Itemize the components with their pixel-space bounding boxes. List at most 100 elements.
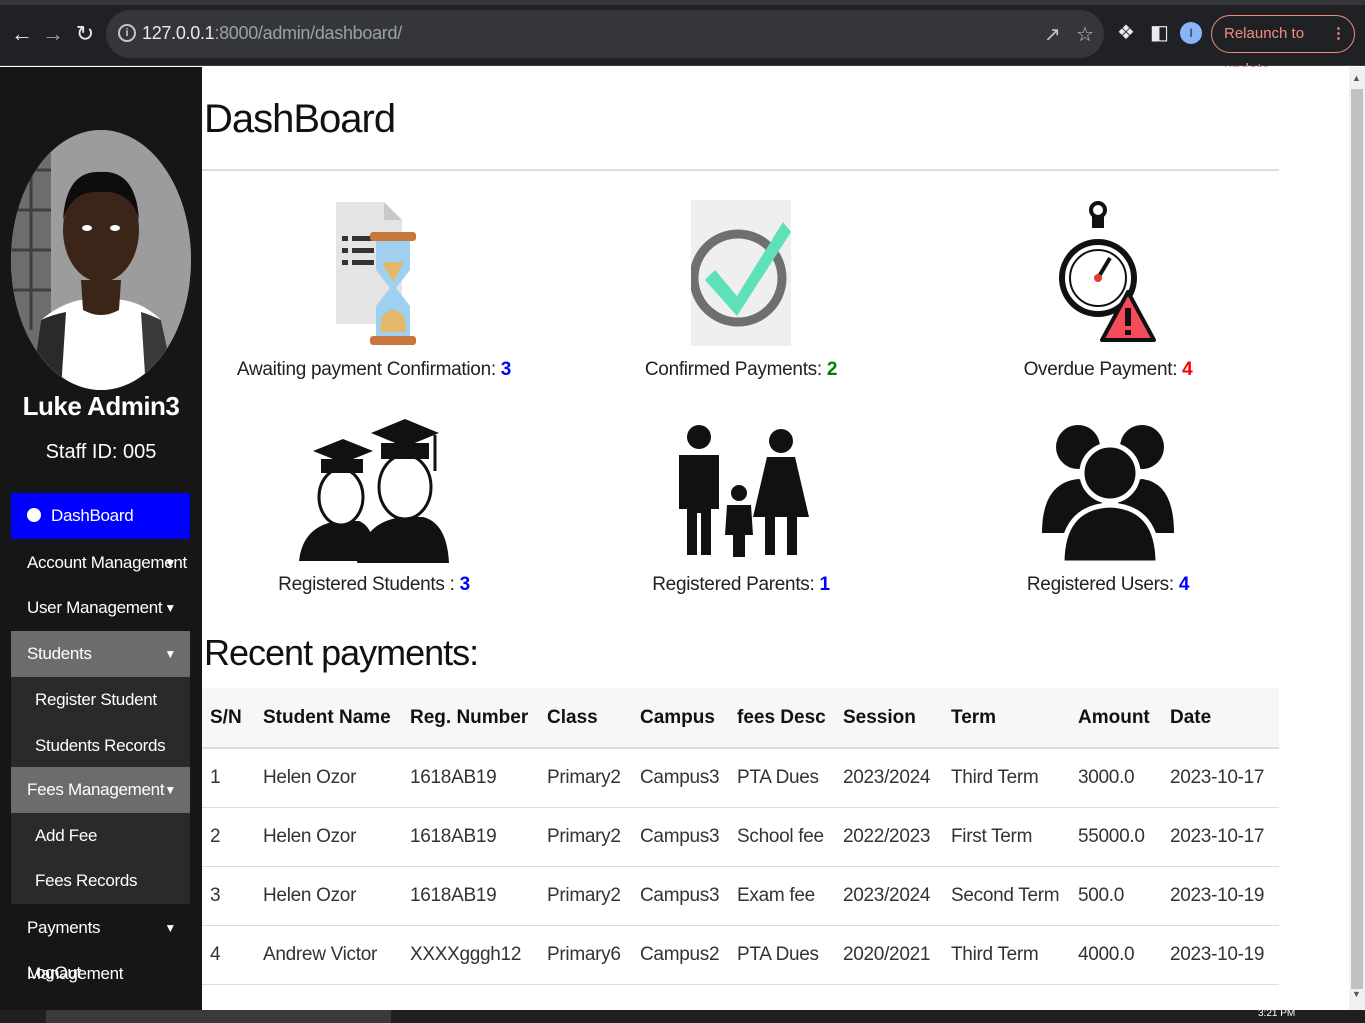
stat-value: 3 <box>459 574 471 595</box>
side-panel-icon[interactable]: ◧ <box>1150 20 1169 45</box>
table-cell: Third Term <box>943 748 1070 808</box>
table-cell: Helen Ozor <box>255 866 402 926</box>
sidebar-item-students-records[interactable]: Students Records <box>11 723 190 769</box>
sidebar-item-add-fee[interactable]: Add Fee <box>11 813 190 859</box>
stat-label: Registered Parents: 1 <box>571 574 911 596</box>
sidebar-item-label: Fees Management <box>27 780 165 799</box>
column-header: Reg. Number <box>402 688 539 749</box>
table-cell: 4 <box>202 925 255 985</box>
table-row: 2 Helen Ozor 1618AB19 Primary2 Campus3 S… <box>202 807 1279 867</box>
more-icon[interactable]: ⋮ <box>1331 16 1346 52</box>
table-cell: 1618AB19 <box>402 807 539 867</box>
stopwatch-warning-icon <box>1059 201 1156 342</box>
sidebar-item-label: LogOut <box>27 963 81 982</box>
main-content: DashBoard Awaiting payment Confirmation:… <box>202 67 1349 1010</box>
staff-id: Staff ID: 005 <box>45 441 157 463</box>
stat-value: 4 <box>1182 359 1193 380</box>
os-taskbar: 3:21 PM <box>0 1008 1365 1023</box>
table-cell: 500.0 <box>1070 866 1162 926</box>
stat-label: Registered Students : 3 <box>204 574 544 596</box>
sidebar-item-students-management[interactable]: Students Management▼ <box>11 631 190 709</box>
taskbar-search[interactable] <box>46 1010 391 1023</box>
url-text[interactable]: 127.0.0.1:8000/admin/dashboard/ <box>142 23 402 44</box>
table-cell: 55000.0 <box>1070 807 1162 867</box>
stat-label-text: Confirmed Payments: <box>644 359 827 380</box>
sidebar-item-logout[interactable]: LogOut <box>11 950 190 996</box>
table-cell: 1618AB19 <box>402 748 539 808</box>
sidebar-item-account-management[interactable]: Account Management ▼ <box>11 540 190 586</box>
stat-card-registered-users[interactable]: Registered Users: 4 <box>938 417 1278 596</box>
table-cell: 1618AB19 <box>402 866 539 926</box>
table-cell: 2020/2021 <box>835 925 943 985</box>
table-cell: Campus3 <box>632 807 729 867</box>
stat-card-awaiting-confirmation[interactable]: Awaiting payment Confirmation: 3 <box>204 200 544 381</box>
bookmark-star-icon[interactable]: ☆ <box>1076 22 1094 47</box>
scrollbar-thumb[interactable] <box>1351 89 1363 989</box>
table-cell: Helen Ozor <box>255 807 402 867</box>
divider <box>202 169 1279 171</box>
stat-card-registered-students[interactable]: Registered Students : 3 <box>204 417 544 596</box>
sidebar-item-label: Fees Records <box>35 871 138 890</box>
caret-down-icon: ▼ <box>164 647 176 661</box>
recent-payments-table: S/N Student Name Reg. Number Class Campu… <box>202 688 1279 985</box>
column-header: S/N <box>202 688 255 749</box>
users-group-icon <box>1042 425 1174 566</box>
stat-label-text: Registered Students : <box>278 574 460 595</box>
profile-photo <box>11 130 191 390</box>
stat-card-overdue-payment[interactable]: Overdue Payment: 4 <box>938 200 1278 381</box>
sidebar-item-fees-records[interactable]: Fees Records <box>11 858 190 904</box>
site-info-icon[interactable]: i <box>118 24 136 42</box>
reload-icon[interactable]: ↻ <box>69 18 101 50</box>
checkmark-icon <box>689 200 791 346</box>
url-host: 127.0.0.1 <box>142 23 215 43</box>
extensions-icon[interactable]: ❖ <box>1117 20 1135 45</box>
column-header: fees Desc <box>729 688 835 749</box>
stat-card-registered-parents[interactable]: Registered Parents: 1 <box>571 417 911 596</box>
table-cell: Third Term <box>943 925 1070 985</box>
sidebar-item-register-student[interactable]: Register Student <box>11 677 190 723</box>
sidebar-item-label: Add Fee <box>35 826 98 845</box>
stat-label-text: Registered Users: <box>1026 574 1179 595</box>
column-header: Class <box>539 688 632 749</box>
scroll-down-icon[interactable]: ▼ <box>1352 989 1361 999</box>
sidebar-item-label: Account Management <box>27 553 187 572</box>
stat-label: Confirmed Payments: 2 <box>571 359 911 381</box>
sidebar-item-label: Register Student <box>35 690 157 709</box>
page-scrollbar[interactable]: ▲ ▼ <box>1349 67 1365 1010</box>
profile-avatar[interactable]: I <box>1180 22 1202 44</box>
table-cell: 3000.0 <box>1070 748 1162 808</box>
table-cell: Primary2 <box>539 748 632 808</box>
sidebar-item-label: DashBoard <box>51 506 134 525</box>
family-icon <box>679 425 809 557</box>
stat-card-confirmed-payments[interactable]: Confirmed Payments: 2 <box>571 200 911 381</box>
table-cell: Campus2 <box>632 925 729 985</box>
share-icon[interactable]: ↗ <box>1044 22 1061 47</box>
column-header: Session <box>835 688 943 749</box>
table-cell: School fee <box>729 807 835 867</box>
table-row: 3 Helen Ozor 1618AB19 Primary2 Campus3 E… <box>202 866 1279 926</box>
caret-down-icon: ▼ <box>164 783 176 797</box>
sidebar-item-payments-management[interactable]: Payments Management ▼ <box>11 905 190 983</box>
sidebar-item-user-management[interactable]: User Management ▼ <box>11 585 190 631</box>
relaunch-button[interactable]: Relaunch to update⋮ <box>1211 15 1355 78</box>
stat-label: Awaiting payment Confirmation: 3 <box>204 359 544 381</box>
table-cell: XXXXgggh12 <box>402 925 539 985</box>
table-cell: Helen Ozor <box>255 748 402 808</box>
tab-strip <box>0 0 1365 5</box>
caret-down-icon: ▼ <box>164 921 176 935</box>
table-cell: 2022/2023 <box>835 807 943 867</box>
browser-toolbar: ← → ↻ i 127.0.0.1:8000/admin/dashboard/ … <box>0 0 1365 78</box>
forward-icon[interactable]: → <box>37 18 69 50</box>
table-cell: Campus3 <box>632 748 729 808</box>
user-name: Luke Admin3 <box>22 391 180 421</box>
address-bar[interactable]: i 127.0.0.1:8000/admin/dashboard/ ↗ ☆ <box>106 10 1104 58</box>
sidebar-item-fees-management[interactable]: Fees Management ▼ <box>11 767 190 813</box>
table-cell: 2 <box>202 807 255 867</box>
graduates-icon <box>299 419 449 563</box>
column-header: Student Name <box>255 688 402 749</box>
scroll-up-icon[interactable]: ▲ <box>1352 73 1361 83</box>
column-header: Date <box>1162 688 1279 749</box>
back-icon[interactable]: ← <box>6 18 38 50</box>
table-cell: PTA Dues <box>729 925 835 985</box>
sidebar-item-dashboard[interactable]: DashBoard <box>11 493 190 539</box>
